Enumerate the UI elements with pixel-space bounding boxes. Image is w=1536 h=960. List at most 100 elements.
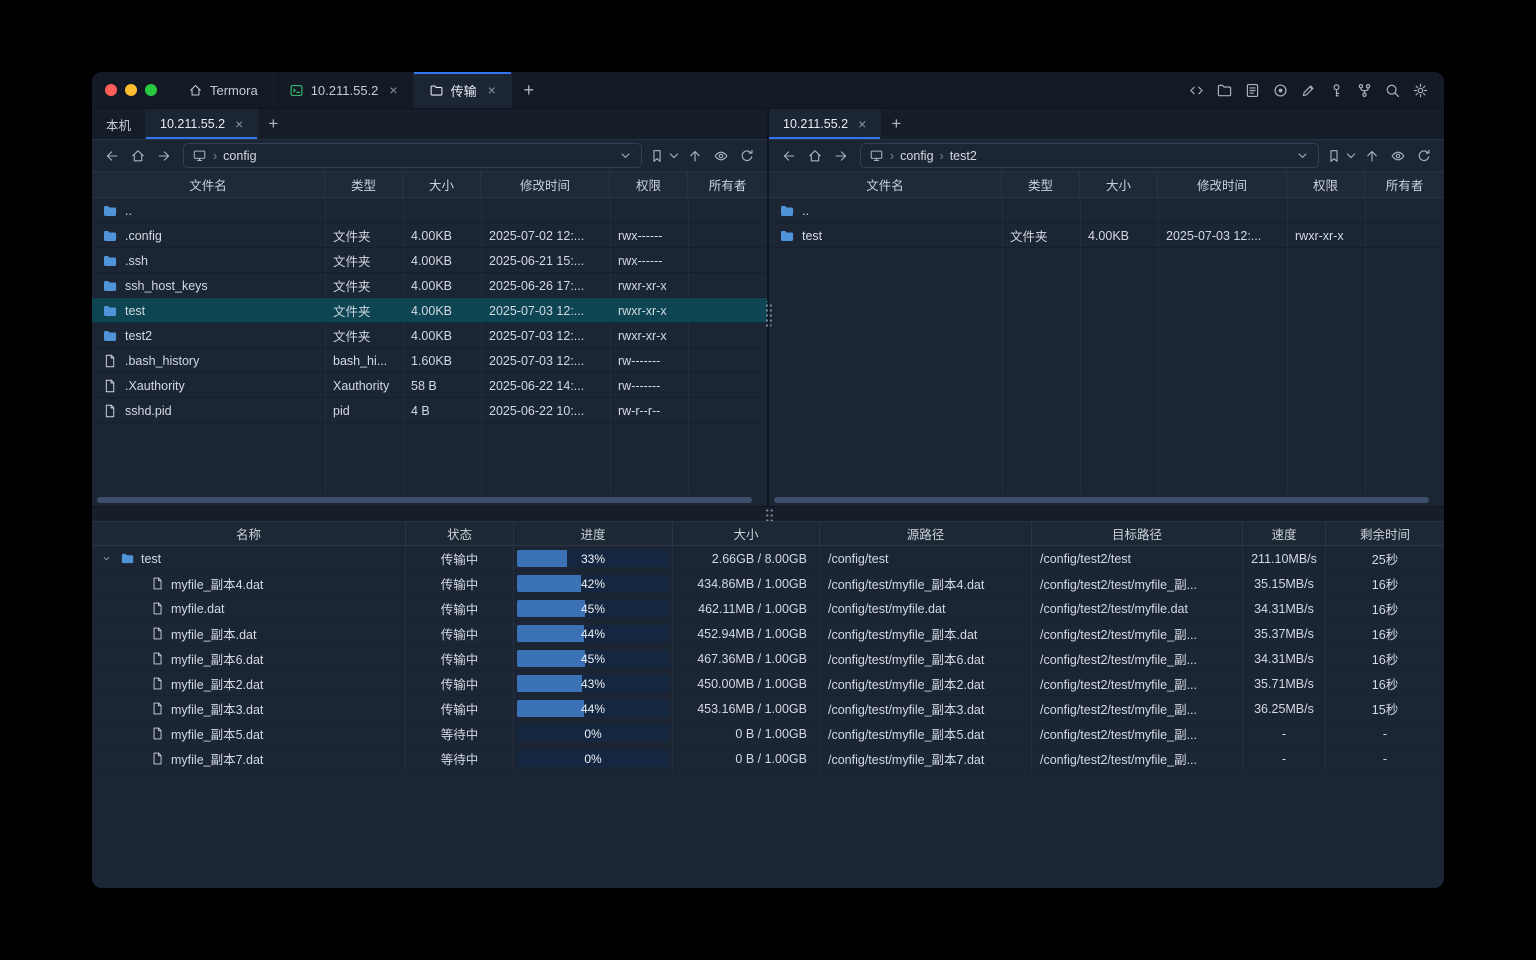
column-header[interactable]: 大小 [1080,172,1158,197]
close-tab-icon[interactable]: × [858,117,866,131]
transfer-row[interactable]: myfile_副本3.dat传输中44%453.16MB / 1.00GB/co… [92,696,1444,721]
transfer-row[interactable]: myfile.dat传输中45%462.11MB / 1.00GB/config… [92,596,1444,621]
column-header[interactable]: 大小 [673,522,820,545]
close-tab-icon[interactable]: × [488,83,496,97]
column-header[interactable]: 修改时间 [1158,172,1287,197]
column-header[interactable]: 所有者 [688,172,767,197]
folder-button[interactable] [1212,78,1236,102]
left-panel-tab[interactable]: 10.211.55.2× [146,109,258,139]
refresh-button[interactable] [1412,144,1436,168]
column-header[interactable]: 权限 [610,172,688,197]
column-header[interactable]: 进度 [514,522,673,545]
file-row[interactable]: .bash_historybash_hi...1.60KB2025-07-03 … [92,348,767,373]
transfer-row[interactable]: myfile_副本2.dat传输中43%450.00MB / 1.00GB/co… [92,671,1444,696]
new-tab-button[interactable]: + [512,72,546,108]
column-header[interactable]: 目标路径 [1032,522,1243,545]
show-hidden-button[interactable] [1386,144,1410,168]
column-header[interactable]: 文件名 [769,172,1002,197]
breadcrumb-segment[interactable]: config [900,149,933,163]
close-tab-icon[interactable]: × [235,117,243,131]
column-header[interactable]: 速度 [1243,522,1326,545]
column-header[interactable]: 状态 [406,522,514,545]
settings-button[interactable] [1408,78,1432,102]
progress-label: 44% [581,702,605,716]
app-tab[interactable]: Termora [173,72,274,108]
close-window-button[interactable] [105,84,117,96]
refresh-button[interactable] [735,144,759,168]
horizontal-splitter[interactable] [92,506,1444,522]
file-type: Xauthority [325,373,403,398]
breadcrumb-segment[interactable]: test2 [950,149,977,163]
code-button[interactable] [1184,78,1208,102]
minimize-window-button[interactable] [125,84,137,96]
close-tab-icon[interactable]: × [389,83,397,97]
app-tab[interactable]: 10.211.55.2× [274,72,414,108]
new-panel-tab-button[interactable]: + [258,109,288,139]
transfer-row[interactable]: myfile_副本4.dat传输中42%434.86MB / 1.00GB/co… [92,571,1444,596]
transfer-row[interactable]: myfile_副本.dat传输中44%452.94MB / 1.00GB/con… [92,621,1444,646]
path-breadcrumb[interactable]: ›config›test2 [860,143,1319,168]
search-button[interactable] [1380,78,1404,102]
horizontal-scrollbar[interactable] [95,496,764,504]
column-header[interactable]: 类型 [1002,172,1080,197]
home-button[interactable] [803,144,827,168]
file-row[interactable]: .. [92,198,767,223]
expand-toggle[interactable] [98,553,114,564]
bookmark-button[interactable] [1326,144,1358,168]
column-header[interactable]: 源路径 [820,522,1032,545]
forward-button[interactable] [829,144,853,168]
transfer-row[interactable]: myfile_副本7.dat等待中0%0 B / 1.00GB/config/t… [92,746,1444,771]
file-row[interactable]: test文件夹4.00KB2025-07-03 12:...rwxr-xr-x [92,298,767,323]
column-header[interactable]: 剩余时间 [1326,522,1444,545]
progress-bar: 44% [517,625,669,642]
column-header[interactable]: 所有者 [1365,172,1444,197]
bookmark-button[interactable] [649,144,681,168]
vertical-splitter[interactable] [767,109,769,506]
zoom-window-button[interactable] [145,84,157,96]
transfer-row[interactable]: myfile_副本6.dat传输中45%467.36MB / 1.00GB/co… [92,646,1444,671]
record-icon [1272,82,1289,99]
app-tab[interactable]: 传输× [414,72,512,108]
file-row[interactable]: .config文件夹4.00KB2025-07-02 12:...rwx----… [92,223,767,248]
file-row[interactable]: sshd.pidpid4 B2025-06-22 10:...rw-r--r-- [92,398,767,423]
file-row[interactable]: ssh_host_keys文件夹4.00KB2025-06-26 17:...r… [92,273,767,298]
file-row[interactable]: .ssh文件夹4.00KB2025-06-21 15:...rwx------ [92,248,767,273]
branch-button[interactable] [1352,78,1376,102]
column-header[interactable]: 权限 [1287,172,1365,197]
file-row[interactable]: test文件夹4.00KB2025-07-03 12:...rwxr-xr-x [769,223,1444,248]
right-panel-tab[interactable]: 10.211.55.2× [769,109,881,139]
terminal-icon [289,83,304,98]
show-hidden-button[interactable] [709,144,733,168]
up-directory-button[interactable] [1360,144,1384,168]
splitter-grip[interactable] [764,507,773,521]
column-header[interactable]: 修改时间 [481,172,610,197]
back-button[interactable] [100,144,124,168]
file-row[interactable]: test2文件夹4.00KB2025-07-03 12:...rwxr-xr-x [92,323,767,348]
breadcrumb-segment[interactable]: config [223,149,256,163]
up-directory-button[interactable] [683,144,707,168]
transfer-row[interactable]: myfile_副本5.dat等待中0%0 B / 1.00GB/config/t… [92,721,1444,746]
column-header[interactable]: 文件名 [92,172,325,197]
record-button[interactable] [1268,78,1292,102]
new-panel-tab-button[interactable]: + [881,109,911,139]
transfer-row[interactable]: test传输中33%2.66GB / 8.00GB/config/test/co… [92,546,1444,571]
log-button[interactable] [1240,78,1264,102]
column-header[interactable]: 名称 [92,522,406,545]
column-header[interactable]: 大小 [403,172,481,197]
back-button[interactable] [777,144,801,168]
scrollbar-thumb[interactable] [97,497,752,503]
file-row[interactable]: .XauthorityXauthority58 B2025-06-22 14:.… [92,373,767,398]
key-button[interactable] [1324,78,1348,102]
progress-bar: 0% [517,750,669,767]
horizontal-scrollbar[interactable] [772,496,1441,504]
scrollbar-thumb[interactable] [774,497,1429,503]
path-breadcrumb[interactable]: ›config [183,143,642,168]
home-button[interactable] [126,144,150,168]
forward-button[interactable] [152,144,176,168]
eye-icon [713,148,729,164]
left-panel-tab[interactable]: 本机 [92,109,146,139]
splitter-grip[interactable] [764,301,772,327]
edit-button[interactable] [1296,78,1320,102]
file-row[interactable]: .. [769,198,1444,223]
column-header[interactable]: 类型 [325,172,403,197]
